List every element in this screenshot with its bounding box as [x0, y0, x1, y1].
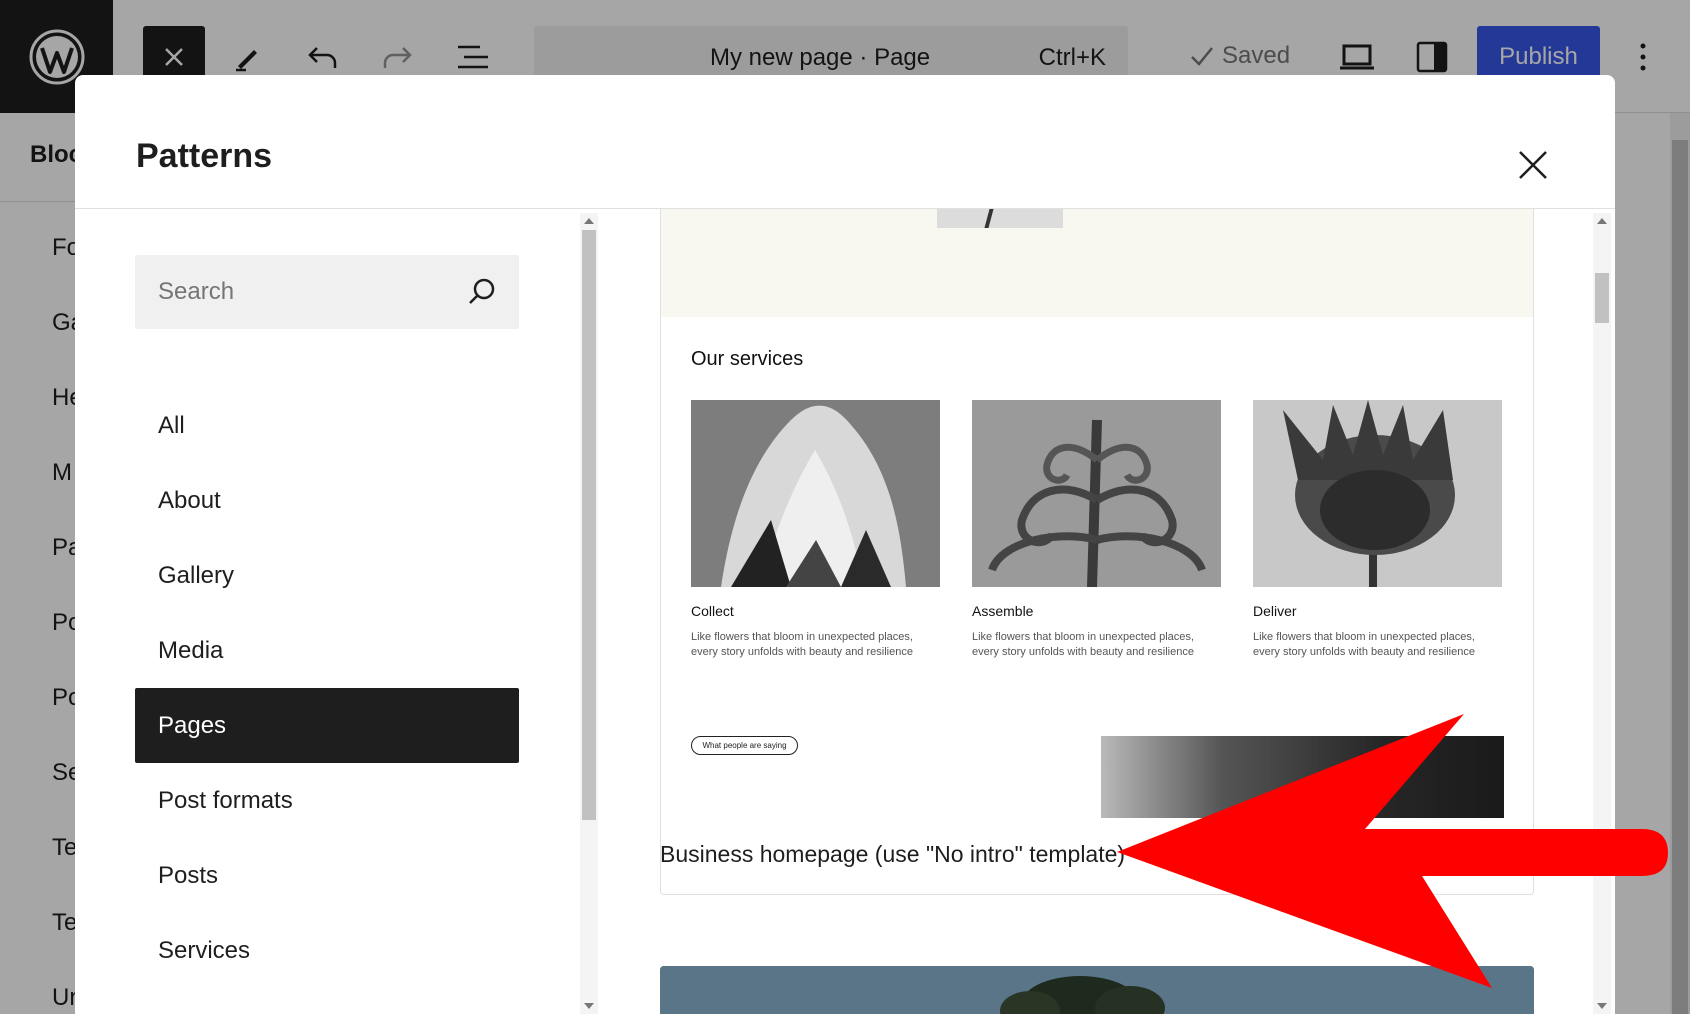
pattern-preview-next[interactable]	[660, 966, 1534, 1014]
service-description: Like flowers that bloom in unexpected pl…	[1253, 631, 1475, 658]
patterns-scrollbar-thumb[interactable]	[1595, 273, 1609, 323]
service-description: Like flowers that bloom in unexpected pl…	[691, 631, 913, 658]
service-image-collect	[691, 400, 940, 587]
category-pages[interactable]: Pages	[135, 688, 519, 763]
hero-image	[937, 209, 1063, 228]
pattern-search[interactable]	[135, 255, 519, 329]
modal-title: Patterns	[136, 137, 273, 175]
category-post-formats[interactable]: Post formats	[135, 763, 519, 838]
service-name: Collect	[691, 603, 734, 619]
modal-close-button[interactable]	[1505, 137, 1561, 193]
next-pattern-image	[660, 966, 1534, 1014]
category-all[interactable]: All	[135, 388, 519, 463]
category-scrollbar-thumb[interactable]	[582, 230, 596, 820]
service-image-deliver	[1253, 400, 1502, 587]
scroll-up-arrow[interactable]	[584, 218, 594, 224]
scroll-down-arrow[interactable]	[1597, 1003, 1607, 1009]
patterns-modal: Patterns All About Gallery Media Pages P…	[75, 75, 1615, 1014]
category-media[interactable]: Media	[135, 613, 519, 688]
service-description: Like flowers that bloom in unexpected pl…	[972, 631, 1194, 658]
category-about[interactable]: About	[135, 463, 519, 538]
pattern-preview-business-homepage[interactable]: Our services Collect Assemble Deliver Li…	[660, 209, 1534, 895]
category-services[interactable]: Services	[135, 913, 519, 988]
testimonial-pill: What people are saying	[691, 736, 798, 755]
service-image-assemble	[972, 400, 1221, 587]
category-gallery[interactable]: Gallery	[135, 538, 519, 613]
service-name: Deliver	[1253, 603, 1297, 619]
modal-header: Patterns	[75, 75, 1615, 209]
pattern-title: Business homepage (use "No intro" templa…	[660, 841, 1126, 867]
scroll-up-arrow[interactable]	[1597, 218, 1607, 224]
hero-section	[661, 209, 1533, 317]
testimonial-image	[1101, 736, 1504, 818]
search-icon[interactable]	[465, 275, 499, 309]
category-posts[interactable]: Posts	[135, 838, 519, 913]
close-icon	[1519, 151, 1547, 179]
search-input[interactable]	[135, 255, 465, 329]
patterns-scrollbar[interactable]	[1593, 213, 1611, 1014]
scroll-down-arrow[interactable]	[584, 1003, 594, 1009]
service-name: Assemble	[972, 603, 1034, 619]
services-heading: Our services	[691, 348, 804, 370]
